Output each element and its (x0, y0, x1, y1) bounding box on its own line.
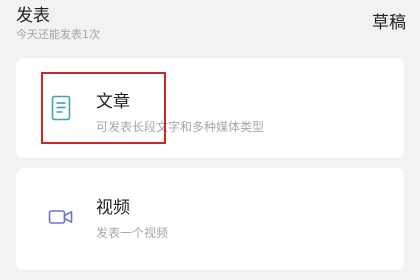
publish-article-option[interactable]: 文章 可发表长段文字和多种媒体类型 (16, 58, 404, 158)
drafts-button[interactable]: 草稿 (372, 12, 406, 34)
article-option-description: 可发表长段文字和多种媒体类型 (96, 120, 265, 134)
header: 发表 今天还能发表1次 草稿 (0, 0, 420, 52)
remaining-posts-note: 今天还能发表1次 (16, 28, 100, 41)
video-option-title: 视频 (96, 198, 130, 218)
video-option-description: 发表一个视频 (96, 226, 169, 240)
article-icon (51, 95, 71, 121)
publish-video-option[interactable]: 视频 发表一个视频 (16, 168, 404, 270)
article-option-title: 文章 (96, 92, 130, 112)
video-icon (48, 210, 73, 224)
page-title: 发表 (16, 6, 50, 26)
